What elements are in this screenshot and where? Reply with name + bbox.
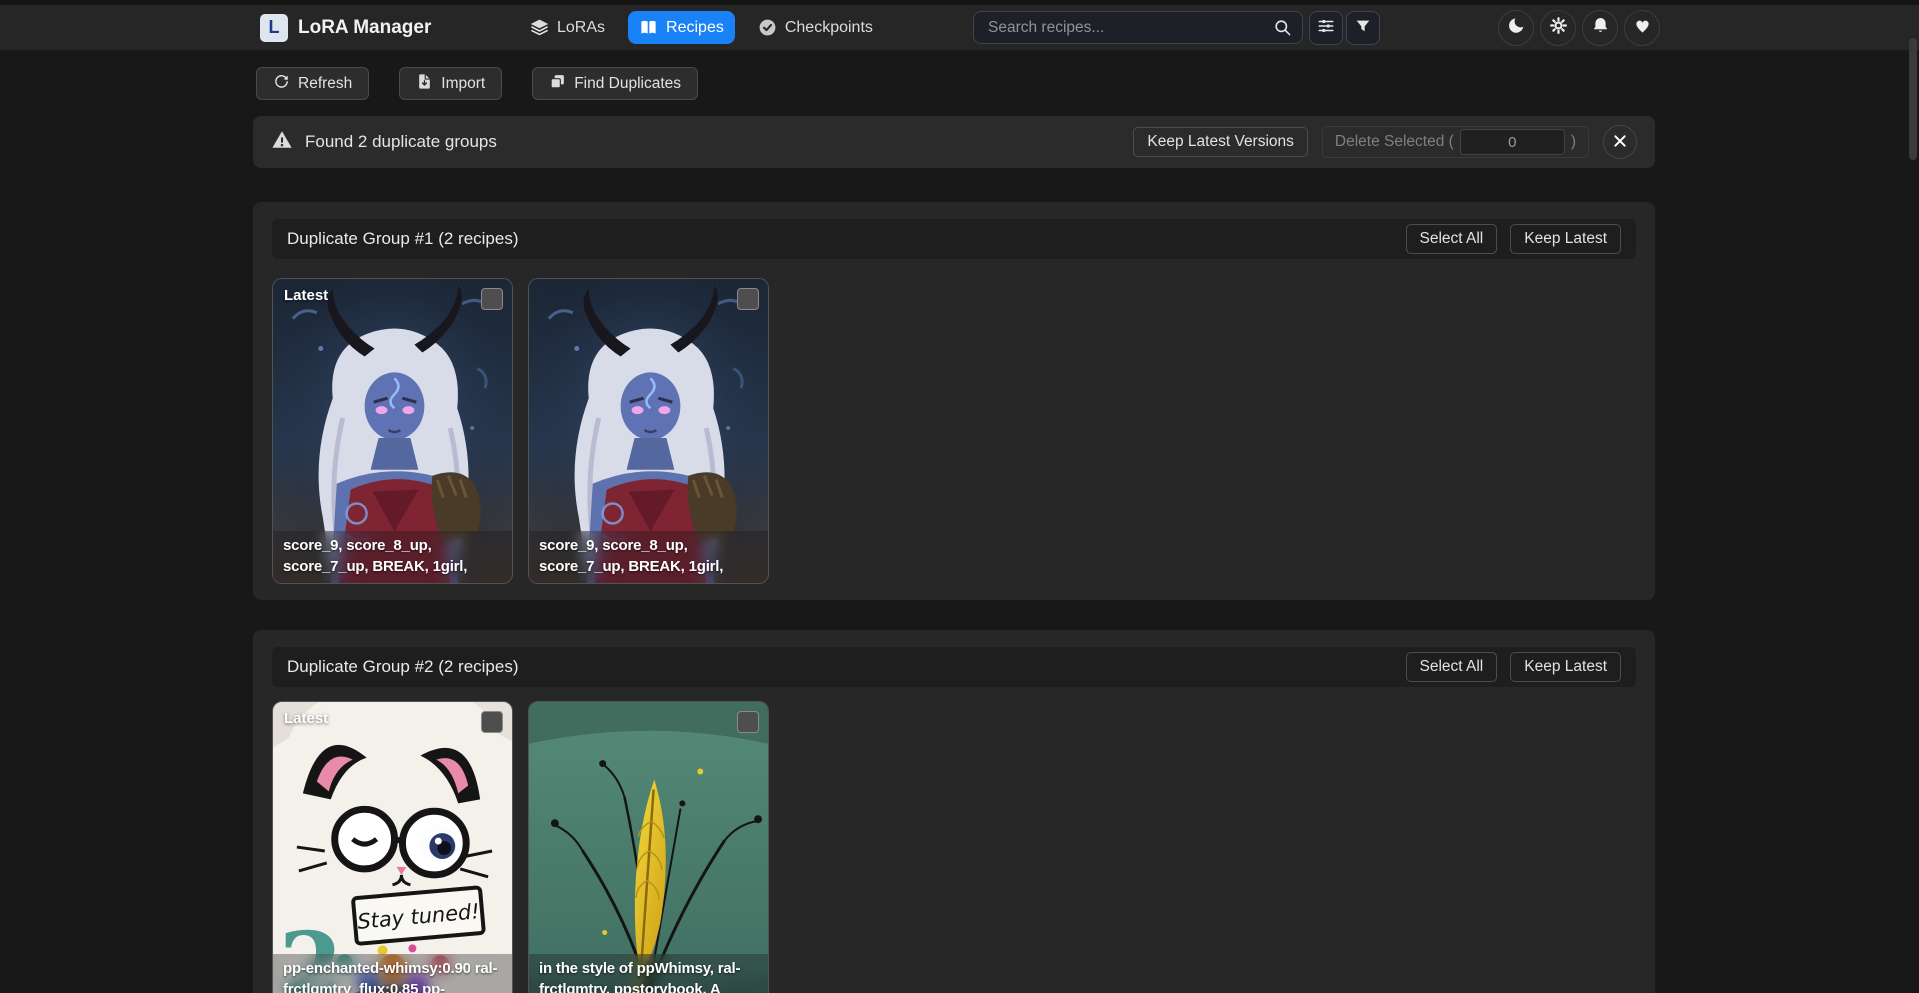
card-checkbox[interactable] [481, 711, 503, 733]
tab-checkpoints[interactable]: Checkpoints [747, 11, 884, 44]
group-1-keep-latest-button[interactable]: Keep Latest [1510, 224, 1621, 254]
duplicates-banner: Found 2 duplicate groups Keep Latest Ver… [253, 116, 1655, 168]
group-1-header: Duplicate Group #1 (2 recipes) Select Al… [272, 219, 1636, 259]
card-caption: score_9, score_8_up, score_7_up, BREAK, … [529, 531, 768, 583]
delete-selected-suffix: ) [1571, 133, 1576, 151]
group-2-keep-latest-button[interactable]: Keep Latest [1510, 652, 1621, 682]
card-checkbox[interactable] [481, 288, 503, 310]
group-1-select-all-button[interactable]: Select All [1406, 224, 1498, 254]
find-duplicates-label: Find Duplicates [574, 75, 681, 93]
moon-icon [1507, 16, 1526, 40]
search-icon[interactable] [1273, 18, 1292, 42]
warning-icon [271, 129, 293, 156]
group-2-cards: Stay tuned! 2 Latest pp-enchanted-whimsy… [272, 701, 769, 993]
close-icon [1612, 133, 1628, 152]
refresh-label: Refresh [298, 75, 352, 93]
recipe-card[interactable]: score_9, score_8_up, score_7_up, BREAK, … [528, 278, 769, 584]
recipe-card[interactable]: Latest score_9, score_8_up, score_7_up, … [272, 278, 513, 584]
banner-message: Found 2 duplicate groups [305, 132, 497, 152]
delete-selected-button[interactable]: Delete Selected ( ) [1322, 126, 1589, 158]
duplicate-group-2: Duplicate Group #2 (2 recipes) Select Al… [253, 630, 1655, 993]
card-caption: pp-enchanted-whimsy:0.90 ral-frctlgmtry_… [273, 954, 512, 993]
keep-latest-versions-button[interactable]: Keep Latest Versions [1133, 127, 1308, 157]
latest-badge: Latest [284, 287, 328, 304]
group-2-title: Duplicate Group #2 (2 recipes) [287, 657, 519, 677]
navbar-actions [1498, 10, 1660, 46]
import-label: Import [441, 75, 485, 93]
tab-loras[interactable]: LoRAs [519, 11, 616, 44]
latest-badge: Latest [284, 710, 328, 727]
refresh-button[interactable]: Refresh [256, 67, 369, 100]
recipe-card[interactable]: Stay tuned! 2 Latest pp-enchanted-whimsy… [272, 701, 513, 993]
group-2-header: Duplicate Group #2 (2 recipes) Select Al… [272, 647, 1636, 687]
close-banner-button[interactable] [1603, 125, 1637, 159]
group-2-actions: Select All Keep Latest [1406, 652, 1622, 682]
import-file-icon [416, 73, 433, 95]
delete-count-input[interactable] [1460, 129, 1565, 155]
card-caption: in the style of ppWhimsy, ral-frctlgmtry… [529, 954, 768, 993]
tab-loras-label: LoRAs [557, 19, 605, 37]
sort-options-button[interactable] [1309, 11, 1343, 45]
book-icon [639, 18, 658, 37]
card-caption: score_9, score_8_up, score_7_up, BREAK, … [273, 531, 512, 583]
layers-icon [530, 18, 549, 37]
import-button[interactable]: Import [399, 67, 502, 100]
app-logo-icon: L [260, 14, 288, 42]
filter-button[interactable] [1346, 11, 1380, 45]
tab-recipes[interactable]: Recipes [628, 11, 735, 44]
recipe-image-yellow-feather [529, 702, 768, 993]
group-1-cards: Latest score_9, score_8_up, score_7_up, … [272, 278, 769, 584]
card-checkbox[interactable] [737, 711, 759, 733]
banner-actions: Keep Latest Versions Delete Selected ( ) [1133, 125, 1637, 159]
card-checkbox[interactable] [737, 288, 759, 310]
theme-toggle-button[interactable] [1498, 10, 1534, 46]
find-duplicates-button[interactable]: Find Duplicates [532, 67, 698, 100]
duplicates-icon [549, 73, 566, 95]
sliders-icon [1317, 17, 1335, 40]
nav-tabs: LoRAs Recipes Checkpoints [519, 5, 884, 50]
navbar: L LoRA Manager LoRAs Recipes Checkpoints [0, 5, 1919, 50]
recipe-image-whimsical-cat: Stay tuned! 2 [273, 702, 512, 993]
group-2-select-all-button[interactable]: Select All [1406, 652, 1498, 682]
recipe-card[interactable]: in the style of ppWhimsy, ral-frctlgmtry… [528, 701, 769, 993]
gear-icon [1549, 16, 1568, 40]
support-button[interactable] [1624, 10, 1660, 46]
duplicate-group-1: Duplicate Group #1 (2 recipes) Select Al… [253, 202, 1655, 600]
tab-recipes-label: Recipes [666, 19, 724, 37]
search-input[interactable] [973, 11, 1303, 44]
group-1-title: Duplicate Group #1 (2 recipes) [287, 229, 519, 249]
refresh-icon [273, 73, 290, 95]
heart-icon [1633, 16, 1652, 40]
tab-checkpoints-label: Checkpoints [785, 19, 873, 37]
app-title: LoRA Manager [298, 17, 431, 39]
delete-selected-prefix: Delete Selected ( [1335, 133, 1454, 151]
page-scrollbar[interactable] [1909, 0, 1917, 993]
group-1-actions: Select All Keep Latest [1406, 224, 1622, 254]
recipes-toolbar: Refresh Import Find Duplicates [256, 67, 698, 100]
scrollbar-thumb[interactable] [1909, 38, 1917, 160]
brand[interactable]: L LoRA Manager [260, 5, 431, 50]
notifications-button[interactable] [1582, 10, 1618, 46]
funnel-icon [1355, 18, 1371, 39]
check-circle-icon [758, 18, 777, 37]
bell-icon [1591, 16, 1610, 40]
settings-button[interactable] [1540, 10, 1576, 46]
search-bar [973, 11, 1303, 44]
